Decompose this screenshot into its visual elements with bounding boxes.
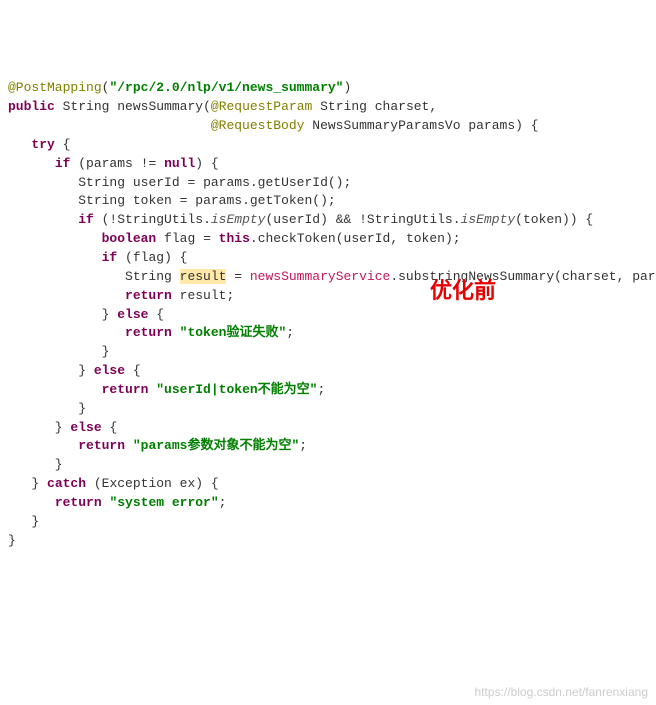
kw-boolean: boolean bbox=[102, 231, 157, 246]
annotation-note: 优化前 bbox=[430, 275, 496, 307]
str-paramsempty: "params参数对象不能为空" bbox=[133, 438, 299, 453]
var-token: token bbox=[133, 193, 172, 208]
kw-if-3: if bbox=[102, 250, 118, 265]
ref-stringutils-2: StringUtils bbox=[367, 212, 453, 227]
kw-return-2: return bbox=[125, 325, 172, 340]
call-isempty-1: isEmpty bbox=[211, 212, 266, 227]
annotation-requestparam: @RequestParam bbox=[211, 99, 312, 114]
kw-return-5: return bbox=[55, 495, 102, 510]
kw-else-2: else bbox=[94, 363, 125, 378]
note-text: 优化前 bbox=[430, 278, 496, 303]
arg-userid: userId bbox=[273, 212, 320, 227]
field-service: newsSummaryService bbox=[250, 269, 390, 284]
kw-return-4: return bbox=[78, 438, 125, 453]
ref-result: result bbox=[180, 288, 227, 303]
kw-if-2: if bbox=[78, 212, 94, 227]
kw-this: this bbox=[219, 231, 250, 246]
ref-params: params bbox=[86, 156, 133, 171]
kw-public: public bbox=[8, 99, 55, 114]
str-tokenfail: "token验证失败" bbox=[180, 325, 287, 340]
str-useridempty: "userId|token不能为空" bbox=[156, 382, 317, 397]
type-string-2: String bbox=[78, 175, 125, 190]
url-literal: "/rpc/2.0/nlp/v1/news_summary" bbox=[109, 80, 343, 95]
annotation-postmapping: @PostMapping bbox=[8, 80, 102, 95]
var-ex: ex bbox=[180, 476, 196, 491]
param2-name: params bbox=[468, 118, 515, 133]
param2-type: NewsSummaryParamsVo bbox=[312, 118, 460, 133]
type-string-4: String bbox=[125, 269, 172, 284]
arg-token: token bbox=[523, 212, 562, 227]
ref-flag: flag bbox=[133, 250, 164, 265]
code-block: @PostMapping("/rpc/2.0/nlp/v1/news_summa… bbox=[8, 79, 648, 550]
var-userid: userId bbox=[133, 175, 180, 190]
watermark: https://blog.csdn.net/fanrenxiang bbox=[475, 684, 648, 701]
kw-try: try bbox=[31, 137, 54, 152]
kw-if: if bbox=[55, 156, 71, 171]
annotation-requestbody: @RequestBody bbox=[211, 118, 305, 133]
var-result-hl: result bbox=[180, 269, 227, 284]
kw-return-1: return bbox=[125, 288, 172, 303]
type-exception: Exception bbox=[102, 476, 172, 491]
kw-catch: catch bbox=[47, 476, 86, 491]
param1-type: String bbox=[320, 99, 367, 114]
arg-token-2: token bbox=[406, 231, 445, 246]
call-checktoken: checkToken bbox=[258, 231, 336, 246]
var-flag: flag bbox=[164, 231, 195, 246]
kw-else-3: else bbox=[70, 420, 101, 435]
param1-name: charset bbox=[375, 99, 430, 114]
call-getuserid: params.getUserId() bbox=[203, 175, 343, 190]
arg-charset: charset bbox=[562, 269, 617, 284]
arg-params: params bbox=[632, 269, 656, 284]
kw-else-1: else bbox=[117, 307, 148, 322]
kw-null: null bbox=[164, 156, 195, 171]
type-string: String bbox=[63, 99, 110, 114]
method-name: newsSummary bbox=[117, 99, 203, 114]
call-gettoken: params.getToken() bbox=[195, 193, 328, 208]
arg-userid-2: userId bbox=[344, 231, 391, 246]
ref-stringutils: StringUtils bbox=[117, 212, 203, 227]
call-isempty-2: isEmpty bbox=[461, 212, 516, 227]
kw-return-3: return bbox=[102, 382, 149, 397]
type-string-3: String bbox=[78, 193, 125, 208]
str-syserr: "system error" bbox=[109, 495, 218, 510]
